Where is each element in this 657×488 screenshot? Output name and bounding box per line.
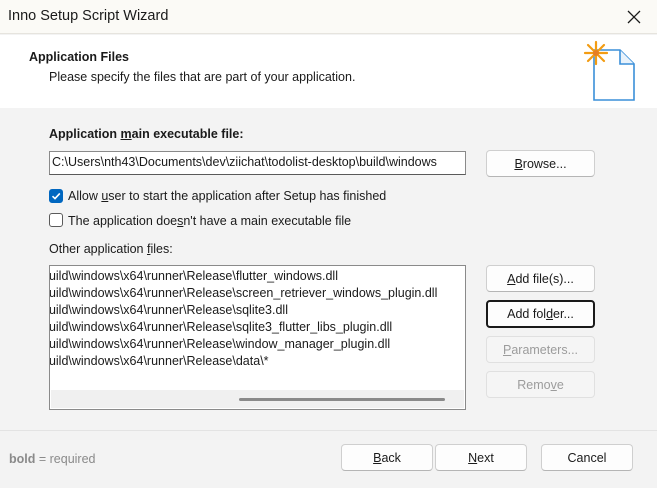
list-item[interactable]: build\windows\x64\runner\Release\sqlite3… — [50, 320, 392, 337]
cancel-button[interactable]: Cancel — [541, 444, 633, 471]
other-files-list[interactable]: build\windows\x64\runner\Release\flutter… — [49, 265, 466, 410]
close-icon — [627, 10, 641, 24]
allow-start-label[interactable]: Allow user to start the application afte… — [68, 189, 386, 203]
list-item[interactable]: build\windows\x64\runner\Release\window_… — [50, 337, 390, 354]
no-main-exe-checkbox[interactable] — [49, 213, 63, 227]
list-item[interactable]: build\windows\x64\runner\Release\screen_… — [50, 286, 437, 303]
list-item[interactable]: build\windows\x64\runner\Release\sqlite3… — [50, 303, 288, 320]
no-main-exe-label[interactable]: The application doesn't have a main exec… — [68, 214, 351, 228]
browse-button[interactable]: Browse... — [486, 150, 595, 177]
title-bar: Inno Setup Script Wizard — [0, 0, 657, 34]
footer-divider — [0, 430, 657, 431]
horizontal-scrollbar[interactable] — [51, 390, 464, 408]
required-hint: bold = required — [9, 452, 96, 466]
scrollbar-thumb[interactable] — [239, 398, 445, 401]
parameters-button[interactable]: Parameters... — [486, 336, 595, 363]
wizard-file-icon — [583, 40, 635, 101]
list-item[interactable]: build\windows\x64\runner\Release\flutter… — [50, 269, 338, 286]
add-folder-button[interactable]: Add fol d er... — [486, 300, 595, 328]
other-files-label: Other application files: — [49, 242, 173, 256]
remove-button[interactable]: Remo v e — [486, 371, 595, 398]
add-files-button[interactable]: Add file(s)... — [486, 265, 595, 292]
list-item[interactable]: build\windows\x64\runner\Release\data\* — [50, 354, 269, 371]
back-button[interactable]: Back — [341, 444, 433, 471]
checkmark-icon — [51, 192, 61, 200]
page-subtitle: Please specify the files that are part o… — [49, 70, 356, 84]
main-exe-input[interactable]: C:\Users\nth43\Documents\dev\ziichat\tod… — [49, 151, 466, 175]
next-button[interactable]: Next — [435, 444, 527, 471]
page-title: Application Files — [29, 50, 130, 64]
allow-start-checkbox[interactable] — [49, 189, 63, 203]
close-button[interactable] — [611, 0, 657, 34]
main-exe-label: Application main executable file: — [49, 127, 244, 141]
window-title: Inno Setup Script Wizard — [8, 8, 169, 24]
wizard-header: Application Files Please specify the fil… — [0, 35, 657, 108]
